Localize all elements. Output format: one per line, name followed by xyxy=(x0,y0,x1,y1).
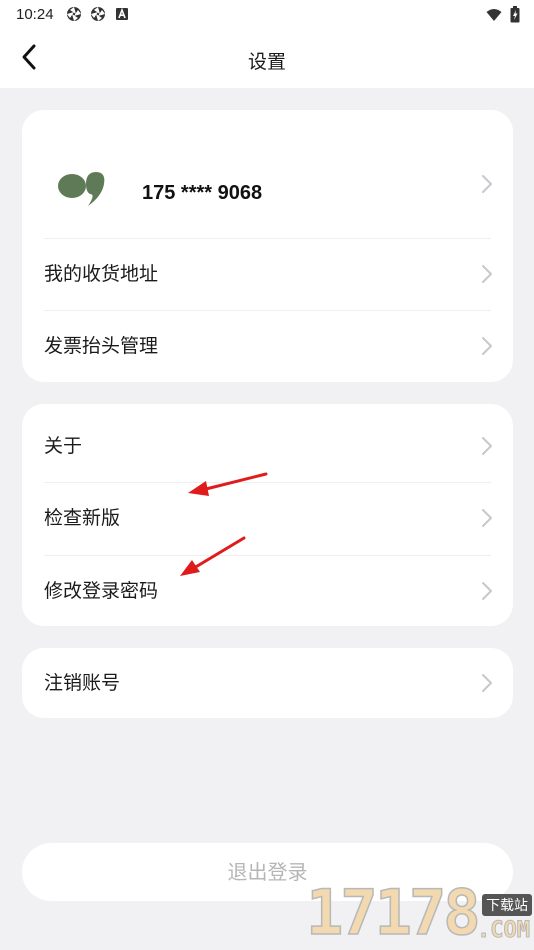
list-item-label: 修改登录密码 xyxy=(44,580,159,602)
avatar xyxy=(58,172,105,206)
a-box-icon xyxy=(116,7,128,20)
watermark-domain: .COM xyxy=(477,918,531,944)
list-item-change-password[interactable]: 修改登录密码 xyxy=(44,555,492,627)
chevron-right-icon xyxy=(482,265,492,283)
watermark-tag: 下载站 xyxy=(482,894,532,916)
account-row[interactable]: 175 **** 9068 xyxy=(22,110,513,238)
watermark-digits: 17178 xyxy=(305,876,481,949)
top-app-bar: 设置 xyxy=(0,30,534,88)
chevron-right-icon xyxy=(482,175,492,193)
site-watermark: 17178 下载站 .COM xyxy=(305,876,534,950)
status-icons-left xyxy=(66,6,130,22)
chevron-right-icon xyxy=(482,337,492,355)
list-item-label: 检查新版 xyxy=(44,507,121,529)
account-card: 175 **** 9068 我的收货地址 发票抬头管理 xyxy=(22,110,513,382)
aperture-icon xyxy=(67,7,81,21)
list-item-label: 关于 xyxy=(44,435,83,457)
list-item-label: 注销账号 xyxy=(44,672,121,694)
status-time: 10:24 xyxy=(16,6,54,23)
chevron-right-icon xyxy=(482,674,492,692)
account-deletion-card: 注销账号 xyxy=(22,648,513,718)
phone-number: 175 **** 9068 xyxy=(142,182,263,204)
chevron-right-icon xyxy=(482,437,492,455)
status-bar: 10:24 xyxy=(0,0,534,30)
list-item-label: 发票抬头管理 xyxy=(44,335,159,357)
battery-charging-icon xyxy=(510,6,520,23)
list-item-shipping-address[interactable]: 我的收货地址 xyxy=(44,238,492,310)
page-title: 设置 xyxy=(247,51,286,73)
chevron-right-icon xyxy=(482,509,492,527)
wifi-icon xyxy=(486,8,502,21)
chevron-right-icon xyxy=(482,582,492,600)
list-item-invoice-title[interactable]: 发票抬头管理 xyxy=(44,310,492,382)
info-card: 关于 检查新版 修改登录密码 xyxy=(22,404,513,626)
annotation-arrow xyxy=(188,472,268,496)
annotation-arrow xyxy=(180,536,246,576)
list-item-label: 我的收货地址 xyxy=(44,263,159,285)
status-icons-right xyxy=(486,6,520,23)
list-item-cancel-account[interactable]: 注销账号 xyxy=(44,648,492,718)
aperture-icon xyxy=(91,7,105,21)
